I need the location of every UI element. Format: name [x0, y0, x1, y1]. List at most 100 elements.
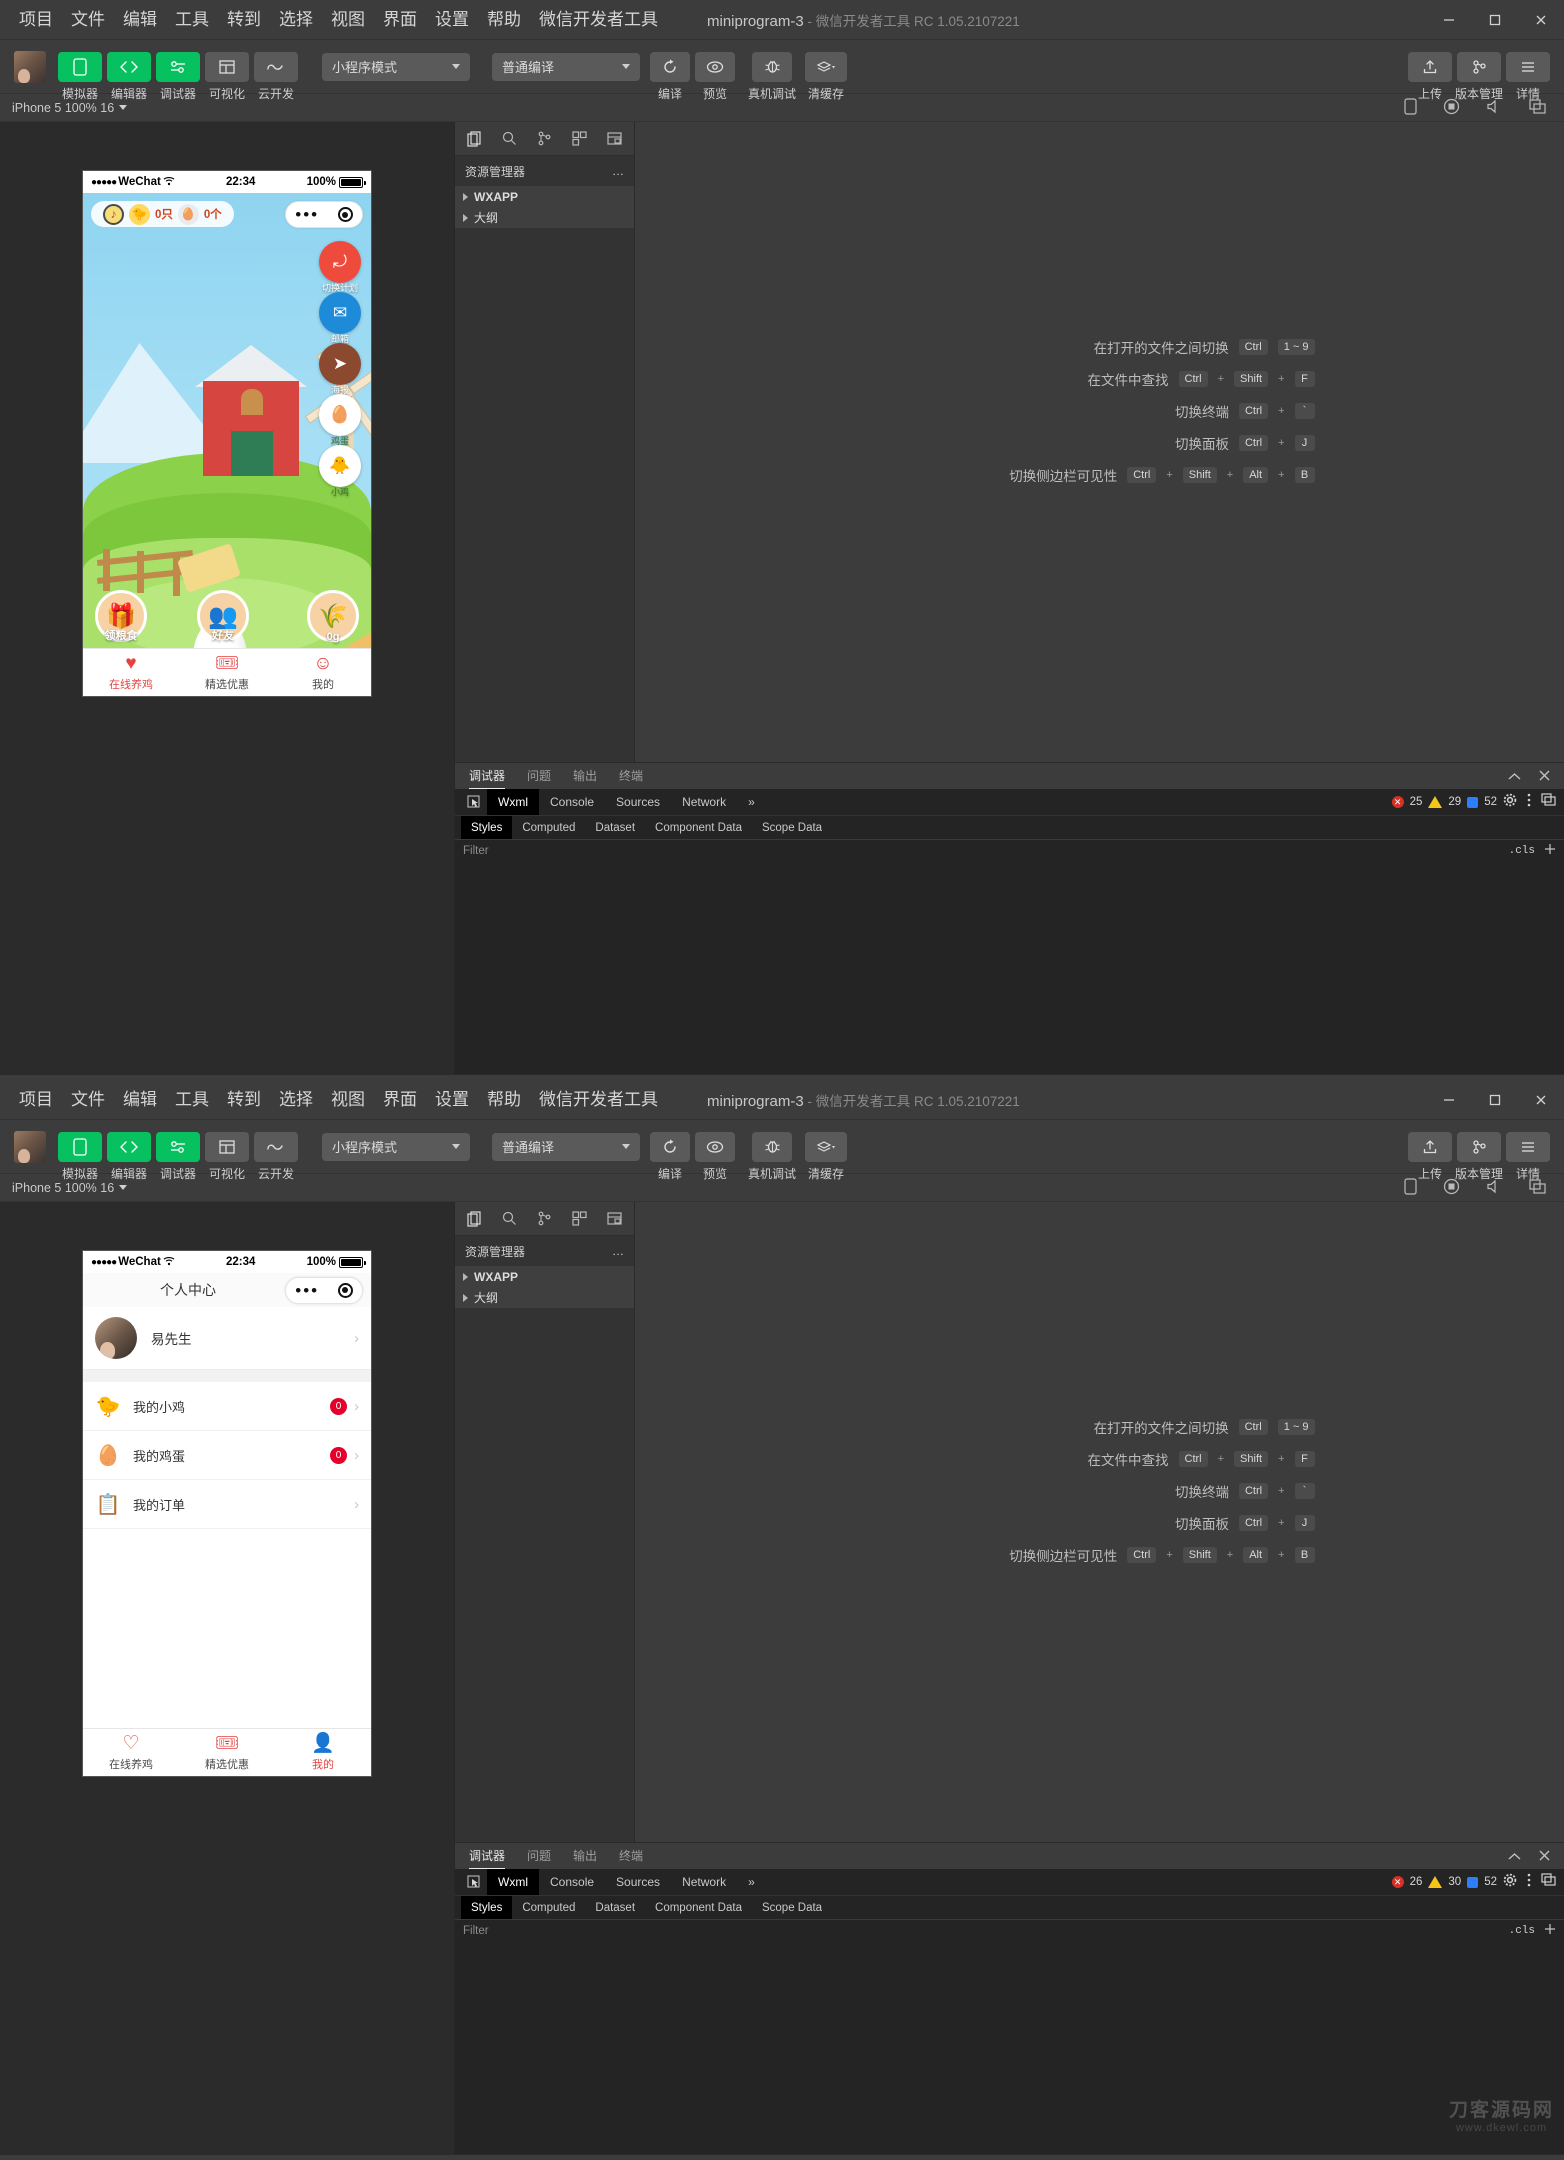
source-control-icon[interactable]	[537, 1211, 552, 1226]
subtab-component-data[interactable]: Component Data	[645, 1896, 752, 1920]
filter-input[interactable]: Filter	[463, 1925, 489, 1937]
debug-tab-output[interactable]: 输出	[573, 763, 597, 789]
clear-cache-button[interactable]: 清缓存	[805, 52, 847, 82]
version-control-button[interactable]: 版本管理	[1457, 52, 1501, 82]
compile-select[interactable]: 普通编译	[492, 1133, 640, 1161]
cls-button[interactable]: .cls	[1509, 845, 1535, 857]
profile-user-row[interactable]: 易先生 ›	[83, 1307, 371, 1370]
devtools-tab-sources[interactable]: Sources	[605, 1869, 671, 1895]
preview-button[interactable]: 预览	[695, 52, 735, 82]
upload-button[interactable]: 上传	[1408, 1132, 1452, 1162]
tab-online-farm[interactable]: ♥ 在线养鸡	[83, 649, 179, 696]
tree-item-wxapp[interactable]: WXAPP	[455, 186, 634, 207]
chevron-right-icon[interactable]	[463, 1294, 468, 1302]
list-item-my-orders[interactable]: 📋 我的订单 ›	[83, 1480, 371, 1529]
kebab-icon[interactable]	[1527, 1873, 1531, 1892]
filter-input[interactable]: Filter	[463, 845, 489, 857]
side-button-egg[interactable]: 🥚 鸡蛋	[319, 394, 361, 436]
game-scene[interactable]: ♪ 🐤 0只 🥚 0个 ••• ⤾ 切换计划 ✉	[83, 193, 371, 648]
debug-tab-debugger[interactable]: 调试器	[469, 1843, 505, 1869]
device-selector[interactable]: iPhone 5 100% 16	[12, 1181, 114, 1195]
devtools-more-tabs[interactable]: »	[737, 1869, 766, 1895]
files-icon[interactable]	[467, 1211, 482, 1227]
rotate-icon[interactable]	[1404, 1178, 1417, 1198]
chevron-right-icon[interactable]	[463, 193, 468, 201]
phone-simulator-user[interactable]: ●●●●● WeChat 22:34 100% 个人中心 •••	[82, 1250, 372, 1777]
visualization-button[interactable]: 可视化	[205, 52, 249, 82]
debugger-button[interactable]: 调试器	[156, 52, 200, 82]
side-button-switch[interactable]: ⤾ 切换计划	[319, 241, 361, 283]
debug-console-icon[interactable]	[607, 131, 622, 146]
devtools-tab-console[interactable]: Console	[539, 789, 605, 815]
maximize-icon[interactable]	[1472, 0, 1518, 40]
mode-select[interactable]: 小程序模式	[322, 1133, 470, 1161]
more-icon[interactable]: …	[612, 164, 624, 178]
warning-count[interactable]: 29	[1448, 796, 1461, 808]
close-icon[interactable]	[1518, 1080, 1564, 1120]
realdevice-debug-button[interactable]: 真机调试	[752, 1132, 792, 1162]
menu-视图[interactable]: 视图	[322, 1080, 374, 1120]
menu-转到[interactable]: 转到	[218, 0, 270, 40]
tree-item-outline[interactable]: 大纲	[455, 1287, 634, 1308]
target-icon[interactable]	[338, 1283, 353, 1298]
simulator-button[interactable]: 模拟器	[58, 1132, 102, 1162]
menu-编辑[interactable]: 编辑	[114, 1080, 166, 1120]
close-icon[interactable]	[1539, 1849, 1550, 1864]
chevron-up-icon[interactable]	[1508, 1849, 1521, 1864]
subtab-computed[interactable]: Computed	[512, 816, 585, 840]
simulator-button[interactable]: 模拟器	[58, 52, 102, 82]
clear-cache-button[interactable]: 清缓存	[805, 1132, 847, 1162]
error-count[interactable]: 26	[1410, 1876, 1423, 1888]
menu-帮助[interactable]: 帮助	[478, 1080, 530, 1120]
menu-帮助[interactable]: 帮助	[478, 0, 530, 40]
mode-select[interactable]: 小程序模式	[322, 53, 470, 81]
subtab-styles[interactable]: Styles	[461, 1896, 512, 1920]
debug-tab-problems[interactable]: 问题	[527, 763, 551, 789]
version-control-button[interactable]: 版本管理	[1457, 1132, 1501, 1162]
avatar[interactable]	[95, 1317, 137, 1359]
search-icon[interactable]	[502, 1211, 517, 1226]
side-button-poster[interactable]: ➤ 海报	[319, 343, 361, 385]
debug-console-icon[interactable]	[607, 1211, 622, 1226]
debugger-button[interactable]: 调试器	[156, 1132, 200, 1162]
debug-tab-debugger[interactable]: 调试器	[469, 763, 505, 789]
avatar[interactable]	[14, 51, 46, 83]
menu-文件[interactable]: 文件	[62, 1080, 114, 1120]
chevron-right-icon[interactable]	[463, 1273, 468, 1281]
chevron-right-icon[interactable]	[463, 214, 468, 222]
cls-button[interactable]: .cls	[1509, 1925, 1535, 1937]
wechat-capsule[interactable]: •••	[285, 1277, 363, 1304]
dock-icon[interactable]	[1541, 1873, 1556, 1891]
details-button[interactable]: 详情	[1506, 52, 1550, 82]
menu-选择[interactable]: 选择	[270, 1080, 322, 1120]
compile-button[interactable]: 编译	[650, 1132, 690, 1162]
tab-online-farm[interactable]: ♡ 在线养鸡	[83, 1729, 179, 1776]
minimize-icon[interactable]	[1426, 0, 1472, 40]
realdevice-debug-button[interactable]: 真机调试	[752, 52, 792, 82]
details-button[interactable]: 详情	[1506, 1132, 1550, 1162]
error-count[interactable]: 25	[1410, 796, 1423, 808]
subtab-dataset[interactable]: Dataset	[585, 816, 645, 840]
close-icon[interactable]	[1518, 0, 1564, 40]
subtab-scope-data[interactable]: Scope Data	[752, 1896, 832, 1920]
files-icon[interactable]	[467, 131, 482, 147]
capsule-dots[interactable]: •••	[295, 1282, 319, 1299]
menu-项目[interactable]: 项目	[10, 0, 62, 40]
debug-tab-problems[interactable]: 问题	[527, 1843, 551, 1869]
cloud-button[interactable]: 云开发	[254, 1132, 298, 1162]
gear-icon[interactable]	[1503, 793, 1517, 812]
editor-button[interactable]: 编辑器	[107, 52, 151, 82]
list-item-my-chicks[interactable]: 🐤 我的小鸡 0 ›	[83, 1382, 371, 1431]
dock-icon[interactable]	[1541, 793, 1556, 811]
capsule-dots[interactable]: •••	[295, 206, 319, 223]
menu-工具[interactable]: 工具	[166, 1080, 218, 1120]
menu-项目[interactable]: 项目	[10, 1080, 62, 1120]
tree-item-wxapp[interactable]: WXAPP	[455, 1266, 634, 1287]
kebab-icon[interactable]	[1527, 793, 1531, 812]
element-picker-icon[interactable]	[461, 1871, 487, 1893]
rotate-icon[interactable]	[1404, 98, 1417, 118]
debug-tab-terminal[interactable]: 终端	[619, 763, 643, 789]
side-button-chick[interactable]: 🐥 小鸡	[319, 445, 361, 487]
chevron-up-icon[interactable]	[1508, 769, 1521, 784]
tab-mine[interactable]: 👤 我的	[275, 1729, 371, 1776]
